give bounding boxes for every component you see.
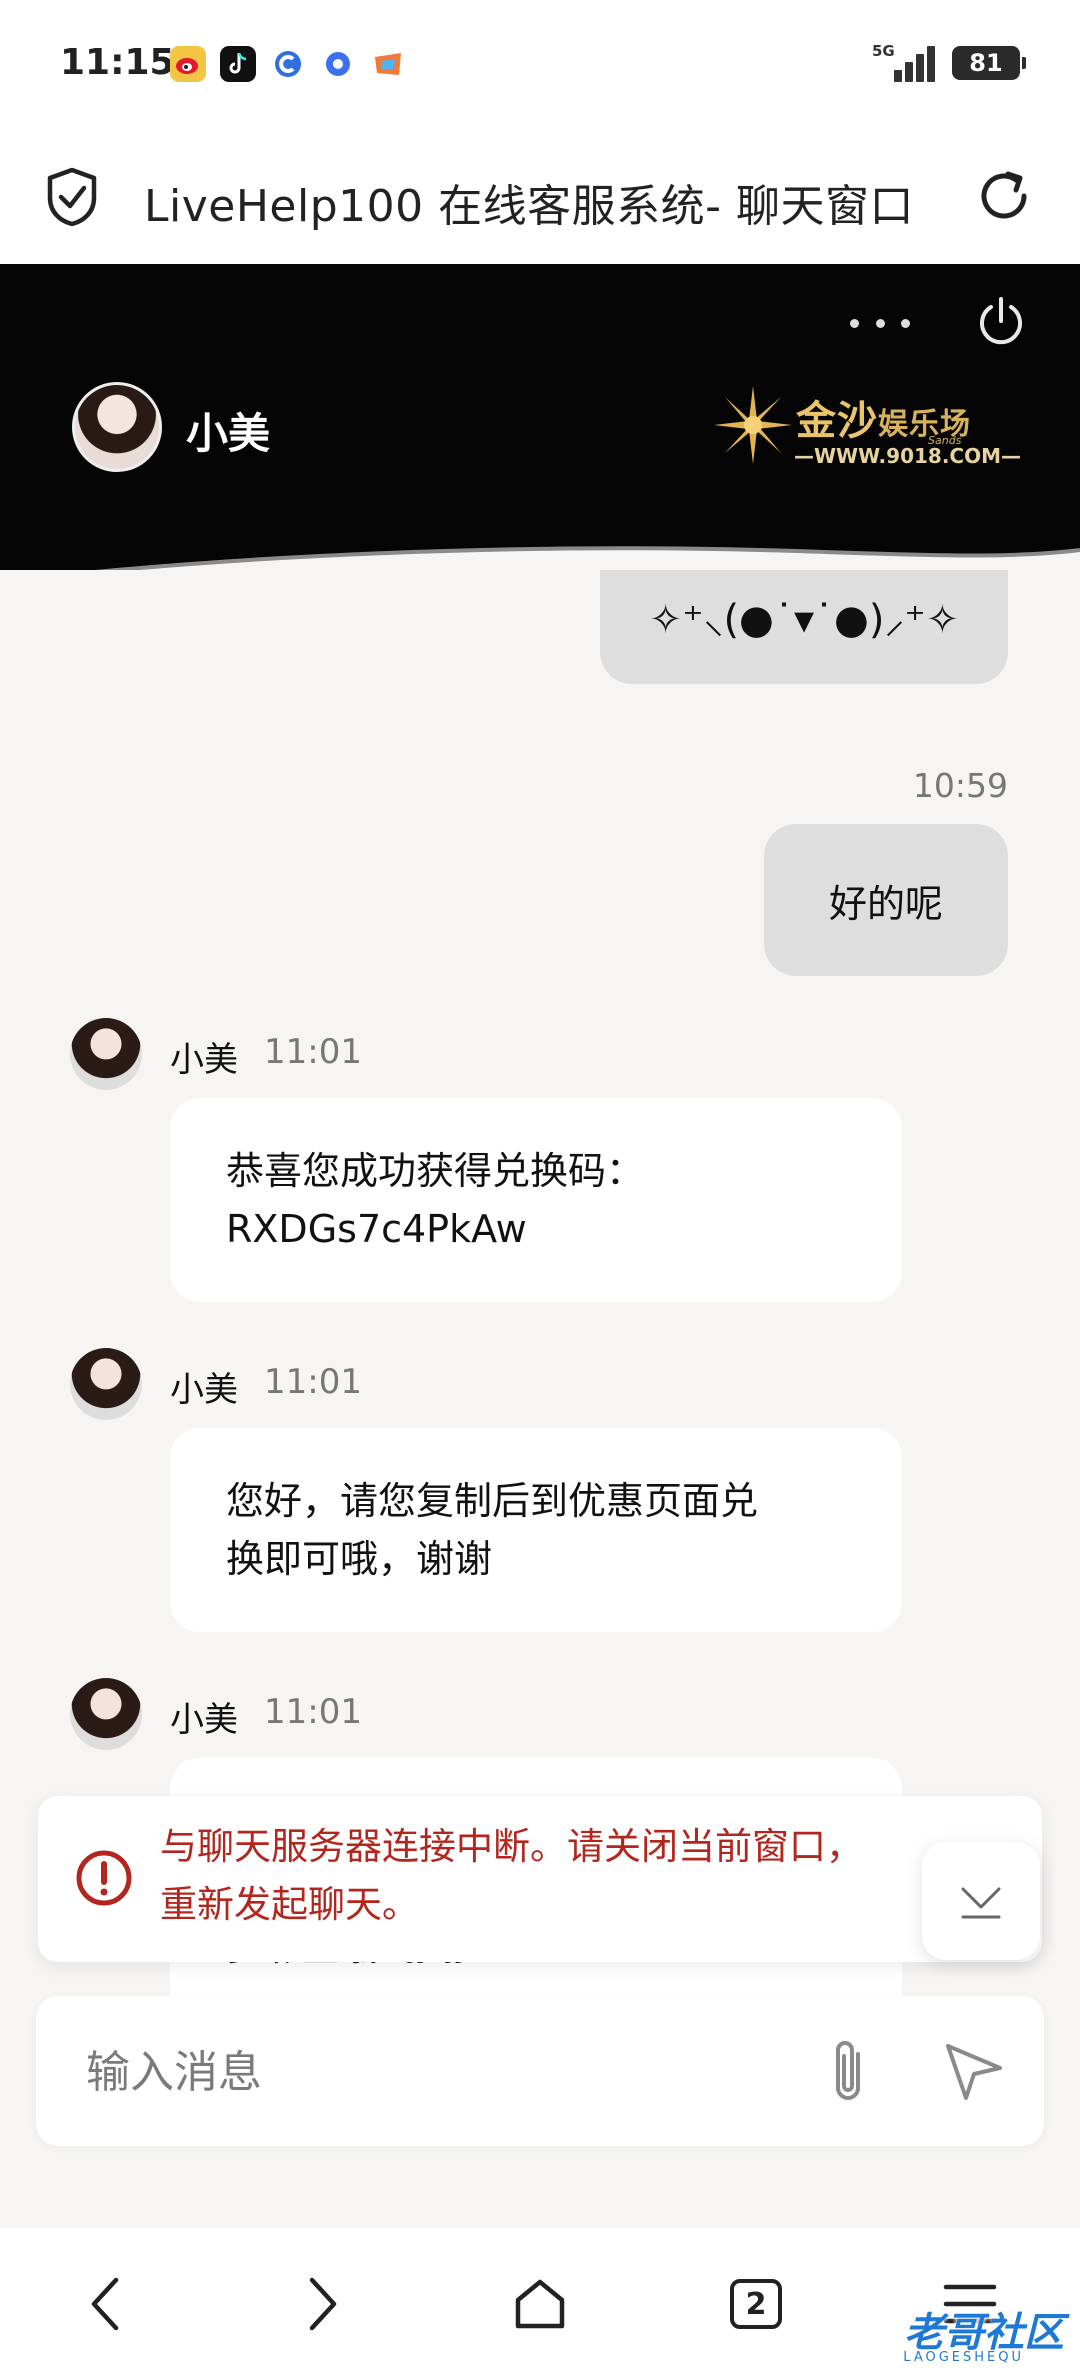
- forward-button[interactable]: [272, 2254, 372, 2354]
- tabs-button[interactable]: 2: [706, 2254, 806, 2354]
- redeem-code[interactable]: RXDGs7c4PkAw: [226, 1200, 846, 1258]
- self-message[interactable]: 好的呢: [764, 824, 1008, 976]
- header-wave: [95, 546, 1080, 570]
- game-icon: [370, 46, 406, 82]
- agent-message-row: 小美 11:01 恭喜您成功获得兑换码： RXDGs7c4PkAw: [70, 1018, 970, 1318]
- message-composer: [36, 1996, 1044, 2146]
- status-time: 11:15: [60, 42, 175, 83]
- status-bar: 11:15 5G 81: [0, 0, 1080, 130]
- agent-message[interactable]: 您好，请您复制后到优惠页面兑 换即可哦，谢谢: [170, 1428, 902, 1632]
- message-list[interactable]: ✧⁺⸜(●˙▾˙●)⸝⁺✧ 10:59 好的呢 小美 11:01 恭喜您成功获得…: [0, 570, 1080, 2000]
- message-time: 10:59: [912, 766, 1008, 805]
- alert-message: 与聊天服务器连接中断。请关闭当前窗口， 重新发起聊天。: [160, 1825, 863, 1926]
- message-time: 11:01: [264, 1692, 362, 1732]
- scroll-to-bottom-button[interactable]: [922, 1842, 1040, 1960]
- sender-name: 小美: [170, 1370, 238, 1410]
- sender-name: 小美: [170, 1040, 238, 1080]
- agent-avatar: [72, 382, 162, 472]
- paperclip-icon[interactable]: [816, 2034, 882, 2110]
- home-button[interactable]: [490, 2254, 590, 2354]
- weibo-icon: [170, 46, 206, 82]
- connection-error-alert: 与聊天服务器连接中断。请关闭当前窗口， 重新发起聊天。: [38, 1796, 1042, 1962]
- tiktok-icon: [220, 46, 256, 82]
- message-time: 11:01: [264, 1362, 362, 1402]
- battery-icon: 81: [952, 46, 1026, 80]
- send-icon[interactable]: [938, 2036, 1008, 2106]
- status-app-icons: [170, 46, 406, 82]
- home-icon: [515, 2279, 565, 2329]
- chevron-right-icon: [309, 2277, 337, 2331]
- more-options-icon[interactable]: [850, 308, 910, 338]
- agent-message[interactable]: 恭喜您成功获得兑换码： RXDGs7c4PkAw: [170, 1098, 902, 1302]
- browser-c-icon: [270, 46, 306, 82]
- message-input[interactable]: [86, 2042, 786, 2102]
- tab-count-badge: 2: [730, 2279, 782, 2329]
- message-time: 11:01: [264, 1032, 362, 1072]
- browser-address-bar: LiveHelp100 在线客服系统- 聊天窗口: [0, 130, 1080, 264]
- chevron-left-icon: [91, 2277, 119, 2331]
- chat-header: 小美 金沙娱乐场 Sands —WWW.9018.COM—: [0, 264, 1080, 570]
- watermark-sub: LAOGESHEQU: [903, 2350, 1024, 2365]
- back-button[interactable]: [56, 2254, 156, 2354]
- cellular-signal-icon: 5G: [872, 42, 935, 84]
- reload-icon[interactable]: [974, 166, 1034, 226]
- self-message[interactable]: ✧⁺⸜(●˙▾˙●)⸝⁺✧: [600, 570, 1008, 684]
- power-icon[interactable]: [974, 294, 1028, 348]
- sun-logo-icon: [714, 386, 792, 464]
- sender-name: 小美: [170, 1700, 238, 1740]
- agent-message-row: 小美 11:01 您好，请您复制后到优惠页面兑 换即可哦，谢谢: [70, 1348, 970, 1648]
- shield-check-icon[interactable]: [44, 166, 100, 228]
- blue-app-icon: [320, 46, 356, 82]
- agent-name: 小美: [186, 409, 271, 458]
- page-title[interactable]: LiveHelp100 在线客服系统- 聊天窗口: [144, 170, 914, 234]
- chevron-down-icon: [961, 1887, 1001, 1919]
- avatar: [70, 1348, 142, 1420]
- avatar: [70, 1678, 142, 1750]
- error-icon: [76, 1850, 132, 1906]
- brand-logo: 金沙娱乐场 Sands —WWW.9018.COM—: [710, 382, 1021, 492]
- avatar: [70, 1018, 142, 1090]
